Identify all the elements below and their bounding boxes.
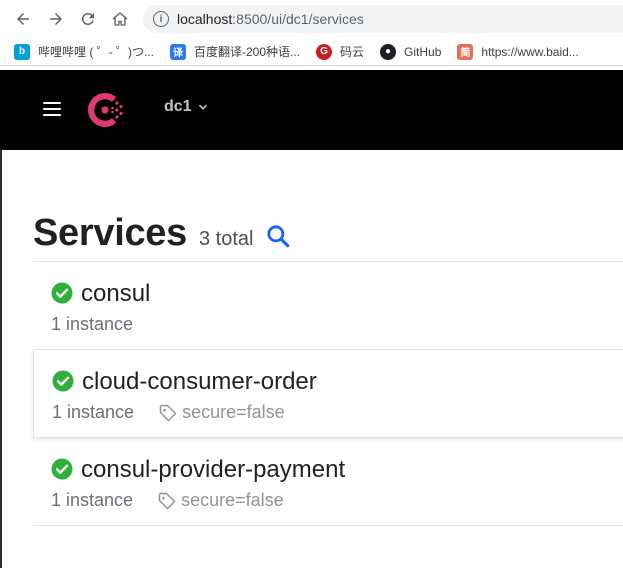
service-row-cloud-consumer-order[interactable]: cloud-consumer-order 1 instance secure=f… <box>33 350 623 438</box>
arrow-left-icon <box>17 13 29 25</box>
datacenter-dropdown[interactable]: dc1 <box>164 98 208 116</box>
url-text: localhost:8500/ui/dc1/services <box>177 11 364 27</box>
jianshu-icon: 简 <box>457 43 474 60</box>
bookmark-baidu-translate[interactable]: 译 百度翻译-200种语... <box>170 43 300 60</box>
address-bar[interactable]: i localhost:8500/ui/dc1/services <box>143 5 623 33</box>
page-header: Services 3 total <box>33 212 291 255</box>
services-list: consul 1 instance cloud-consumer-order 1… <box>33 261 623 526</box>
browser-toolbar: i localhost:8500/ui/dc1/services <box>0 0 623 38</box>
service-meta: 1 instance <box>51 314 133 335</box>
service-name[interactable]: cloud-consumer-order <box>82 368 317 396</box>
home-icon <box>112 12 128 26</box>
service-name[interactable]: consul-provider-payment <box>81 456 345 484</box>
bookmark-gitee[interactable]: G 码云 <box>316 43 364 60</box>
total-count: 3 total <box>198 228 254 250</box>
service-row-consul-provider-payment[interactable]: consul-provider-payment 1 instance secur… <box>33 438 623 526</box>
github-icon: ● <box>380 43 397 60</box>
chevron-down-icon <box>198 104 207 110</box>
tag-icon <box>158 492 176 509</box>
check-circle-icon <box>51 282 73 304</box>
consul-header: dc1 <box>0 70 623 150</box>
hamburger-menu-icon[interactable] <box>43 102 61 116</box>
instance-count: 1 instance <box>52 402 135 422</box>
reload-button[interactable] <box>76 7 100 31</box>
site-info-icon[interactable]: i <box>153 11 169 27</box>
consul-logo[interactable] <box>84 90 126 130</box>
service-tag: secure=false <box>157 490 284 511</box>
bookmarks-bar: b 哔哩哔哩 ( ゜- ゜)つ... 译 百度翻译-200种语... G 码云 … <box>0 38 623 66</box>
page-title: Services <box>33 212 187 254</box>
service-meta: 1 instance secure=false <box>51 490 284 511</box>
instance-count: 1 instance <box>51 490 134 510</box>
search-icon[interactable] <box>265 223 291 249</box>
instance-count: 1 instance <box>51 314 134 334</box>
bookmark-github[interactable]: ● GitHub <box>380 43 441 60</box>
back-button[interactable] <box>11 7 35 31</box>
bilibili-icon: b <box>14 43 30 60</box>
gitee-icon: G <box>316 43 333 60</box>
service-tag: secure=false <box>158 402 285 423</box>
arrow-right-icon <box>50 13 62 25</box>
check-circle-icon <box>51 458 73 480</box>
forward-button[interactable] <box>44 7 68 31</box>
service-row-consul[interactable]: consul 1 instance <box>33 262 623 350</box>
bookmark-jianshu[interactable]: 简 https://www.baid... <box>457 43 579 60</box>
home-button[interactable] <box>108 7 132 31</box>
reload-icon <box>81 12 94 25</box>
check-circle-icon <box>52 370 74 392</box>
baidu-translate-icon: 译 <box>170 43 186 60</box>
tag-icon <box>159 404 177 421</box>
window-edge <box>0 150 2 568</box>
service-name[interactable]: consul <box>81 280 150 308</box>
bookmark-bilibili[interactable]: b 哔哩哔哩 ( ゜- ゜)つ... <box>14 43 154 60</box>
service-meta: 1 instance secure=false <box>52 402 285 423</box>
